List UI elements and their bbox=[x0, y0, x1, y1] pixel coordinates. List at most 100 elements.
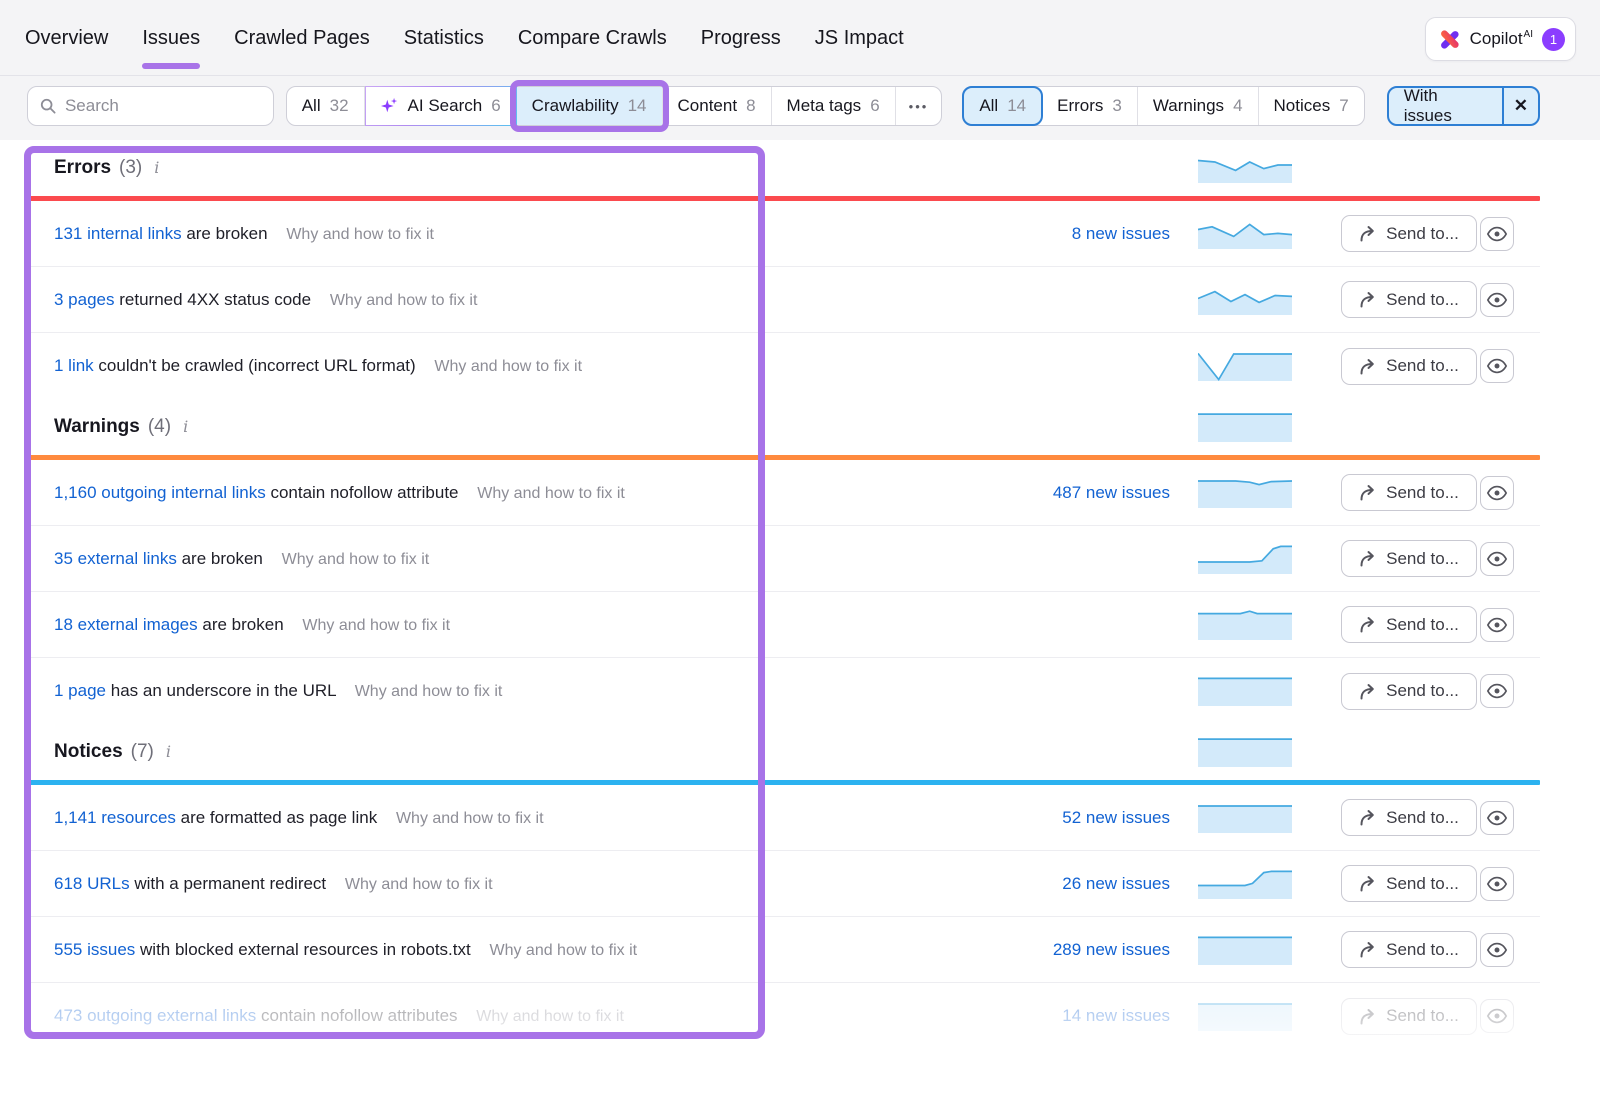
search-icon bbox=[40, 97, 56, 115]
section-header: Notices (7) i bbox=[27, 724, 1540, 780]
issue-count-link[interactable]: 555 issues bbox=[54, 940, 135, 959]
issue-description: 3 pages returned 4XX status code Why and… bbox=[27, 290, 990, 310]
nav-items: Overview Issues Crawled Pages Statistics Com… bbox=[25, 0, 904, 76]
filter-chip-crawlability[interactable]: Crawlability 14 bbox=[517, 87, 663, 125]
filter-chip-notices[interactable]: Notices 7 bbox=[1259, 87, 1364, 125]
send-to-button[interactable]: Send to... bbox=[1341, 799, 1477, 836]
nav-tab-crawled-pages[interactable]: Crawled Pages bbox=[234, 0, 370, 76]
why-how-to-fix-link[interactable]: Why and how to fix it bbox=[476, 1008, 624, 1026]
send-to-button[interactable]: Send to... bbox=[1341, 540, 1477, 577]
why-how-to-fix-link[interactable]: Why and how to fix it bbox=[286, 226, 434, 244]
hide-issue-button[interactable] bbox=[1480, 999, 1514, 1033]
search-input[interactable] bbox=[65, 96, 261, 116]
new-issues-link[interactable]: 8 new issues bbox=[990, 224, 1170, 244]
issue-count-link[interactable]: 1,160 outgoing internal links bbox=[54, 483, 266, 502]
new-issues-link[interactable]: 26 new issues bbox=[990, 874, 1170, 894]
issue-row: 473 outgoing external links contain nofo… bbox=[27, 983, 1540, 1049]
issue-count-link[interactable]: 473 outgoing external links bbox=[54, 1006, 256, 1025]
search-box[interactable] bbox=[27, 86, 274, 126]
trend-sparkline bbox=[1170, 285, 1310, 315]
info-icon[interactable]: i bbox=[150, 158, 159, 177]
hide-issue-button[interactable] bbox=[1480, 801, 1514, 835]
why-how-to-fix-link[interactable]: Why and how to fix it bbox=[282, 551, 430, 569]
issue-text-label: with a permanent redirect bbox=[134, 874, 326, 893]
filter-chip-content[interactable]: Content 8 bbox=[663, 87, 772, 125]
issue-count-link[interactable]: 1 page bbox=[54, 681, 106, 700]
send-to-button[interactable]: Send to... bbox=[1341, 998, 1477, 1035]
hide-issue-button[interactable] bbox=[1480, 933, 1514, 967]
issue-text-label: contain nofollow attribute bbox=[270, 483, 458, 502]
category-filter-group: All 32 AI Search 6 Crawlability 14 Conte… bbox=[286, 86, 943, 126]
issue-count-link[interactable]: 3 pages bbox=[54, 290, 115, 309]
filter-chip-errors[interactable]: Errors 3 bbox=[1042, 87, 1138, 125]
why-how-to-fix-link[interactable]: Why and how to fix it bbox=[477, 485, 625, 503]
hide-issue-button[interactable] bbox=[1480, 283, 1514, 317]
filter-chip-all[interactable]: All 14 bbox=[962, 86, 1043, 126]
issue-row: 18 external images are broken Why and ho… bbox=[27, 592, 1540, 658]
info-icon[interactable]: i bbox=[162, 742, 171, 761]
eye-icon bbox=[1486, 225, 1508, 243]
why-how-to-fix-link[interactable]: Why and how to fix it bbox=[396, 810, 544, 828]
issue-count-link[interactable]: 618 URLs bbox=[54, 874, 130, 893]
filter-chip--[interactable]: ••• bbox=[896, 87, 942, 125]
eye-icon bbox=[1486, 682, 1508, 700]
nav-tab-overview[interactable]: Overview bbox=[25, 0, 108, 76]
nav-tab-progress[interactable]: Progress bbox=[701, 0, 781, 76]
send-to-button[interactable]: Send to... bbox=[1341, 606, 1477, 643]
eye-icon bbox=[1486, 616, 1508, 634]
eye-icon bbox=[1486, 357, 1508, 375]
send-to-button[interactable]: Send to... bbox=[1341, 215, 1477, 252]
copilot-button[interactable]: CopilotAI 1 bbox=[1425, 17, 1576, 61]
header-band: Overview Issues Crawled Pages Statistics Com… bbox=[0, 0, 1600, 140]
eye-icon bbox=[1486, 484, 1508, 502]
hide-issue-button[interactable] bbox=[1480, 476, 1514, 510]
why-how-to-fix-link[interactable]: Why and how to fix it bbox=[302, 617, 450, 635]
new-issues-link[interactable]: 289 new issues bbox=[990, 940, 1170, 960]
send-to-button[interactable]: Send to... bbox=[1341, 281, 1477, 318]
why-how-to-fix-link[interactable]: Why and how to fix it bbox=[345, 876, 493, 894]
send-to-button[interactable]: Send to... bbox=[1341, 931, 1477, 968]
filter-chip-meta-tags[interactable]: Meta tags 6 bbox=[772, 87, 896, 125]
new-issues-link[interactable]: 487 new issues bbox=[990, 483, 1170, 503]
hide-issue-button[interactable] bbox=[1480, 542, 1514, 576]
hide-issue-button[interactable] bbox=[1480, 867, 1514, 901]
section-count: (4) bbox=[148, 416, 171, 438]
close-icon[interactable]: ✕ bbox=[1502, 88, 1538, 124]
filter-chip-warnings[interactable]: Warnings 4 bbox=[1138, 87, 1259, 125]
send-arrow-icon bbox=[1359, 809, 1378, 826]
send-to-button[interactable]: Send to... bbox=[1341, 474, 1477, 511]
nav-tab-compare-crawls[interactable]: Compare Crawls bbox=[518, 0, 667, 76]
issue-count-link[interactable]: 1 link bbox=[54, 356, 94, 375]
why-how-to-fix-link[interactable]: Why and how to fix it bbox=[489, 942, 637, 960]
send-to-button[interactable]: Send to... bbox=[1341, 865, 1477, 902]
new-issues-link[interactable]: 14 new issues bbox=[990, 1006, 1170, 1026]
new-issues-link[interactable]: 52 new issues bbox=[990, 808, 1170, 828]
issue-description: 18 external images are broken Why and ho… bbox=[27, 615, 990, 635]
send-arrow-icon bbox=[1359, 550, 1378, 567]
issue-description: 473 outgoing external links contain nofo… bbox=[27, 1006, 990, 1026]
trend-sparkline bbox=[1170, 869, 1310, 899]
filter-chip-ai-search[interactable]: AI Search 6 bbox=[365, 86, 517, 126]
why-how-to-fix-link[interactable]: Why and how to fix it bbox=[355, 683, 503, 701]
hide-issue-button[interactable] bbox=[1480, 349, 1514, 383]
hide-issue-button[interactable] bbox=[1480, 217, 1514, 251]
nav-tab-issues[interactable]: Issues bbox=[142, 0, 200, 76]
issue-count-link[interactable]: 131 internal links bbox=[54, 224, 182, 243]
issue-count-link[interactable]: 18 external images bbox=[54, 615, 198, 634]
hide-issue-button[interactable] bbox=[1480, 674, 1514, 708]
why-how-to-fix-link[interactable]: Why and how to fix it bbox=[434, 358, 582, 376]
nav-tab-js-impact[interactable]: JS Impact bbox=[815, 0, 904, 76]
hide-issue-button[interactable] bbox=[1480, 608, 1514, 642]
issue-row: 1,141 resources are formatted as page li… bbox=[27, 785, 1540, 851]
issue-text-label: with blocked external resources in robot… bbox=[140, 940, 471, 959]
send-to-button[interactable]: Send to... bbox=[1341, 673, 1477, 710]
nav-tab-statistics[interactable]: Statistics bbox=[404, 0, 484, 76]
info-icon[interactable]: i bbox=[179, 417, 188, 436]
issue-description: 1,160 outgoing internal links contain no… bbox=[27, 483, 990, 503]
with-issues-label[interactable]: With issues bbox=[1389, 88, 1502, 124]
issue-count-link[interactable]: 35 external links bbox=[54, 549, 177, 568]
filter-chip-all[interactable]: All 32 bbox=[287, 87, 365, 125]
send-to-button[interactable]: Send to... bbox=[1341, 348, 1477, 385]
issue-count-link[interactable]: 1,141 resources bbox=[54, 808, 176, 827]
why-how-to-fix-link[interactable]: Why and how to fix it bbox=[330, 292, 478, 310]
